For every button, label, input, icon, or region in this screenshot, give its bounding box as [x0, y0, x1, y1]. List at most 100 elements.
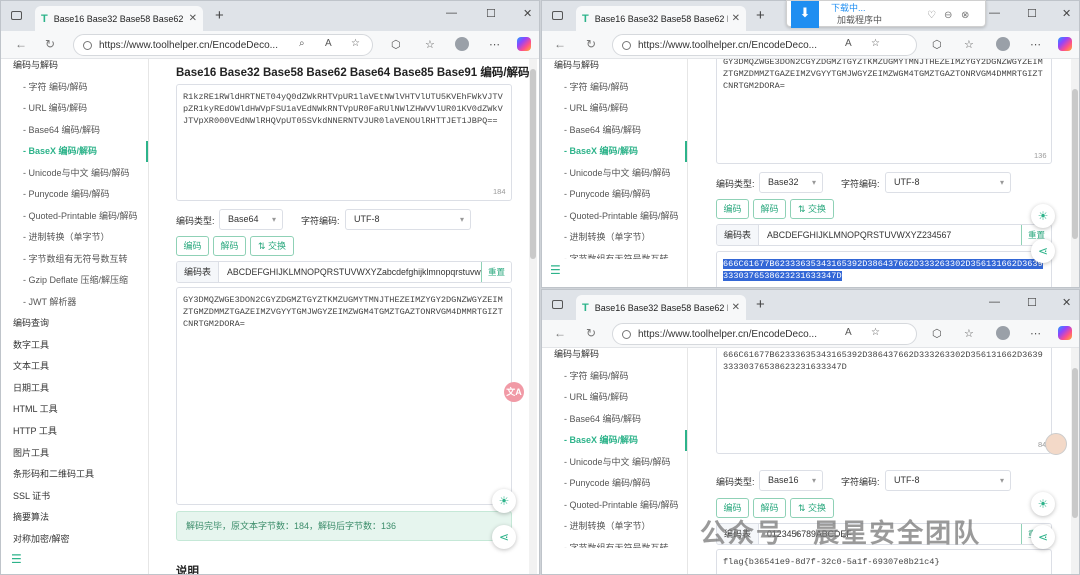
close-window-icon[interactable]: ✕ [523, 7, 532, 20]
extensions-icon[interactable]: ⬡ [932, 327, 942, 340]
back-icon[interactable]: ← [15, 37, 27, 51]
browser-tab[interactable]: T Base16 Base32 Base58 Base62 Base64 Bas… [576, 295, 746, 320]
sidebar-item-base64[interactable]: - Base64 编码/解码 [1, 120, 148, 141]
site-info-icon[interactable] [622, 40, 631, 50]
sidebar-group-date[interactable]: 日期工具 [1, 378, 148, 399]
sidebar-group-encoding[interactable]: 编码与解码 [1, 59, 148, 76]
sidebar-item-bytes[interactable]: - 字节数组有无符号数互转 [542, 249, 687, 259]
sidebar-item-base64[interactable]: - Base64 编码/解码 [542, 409, 687, 430]
input-textarea[interactable]: GY3DMQZWGE3DON2CGYZDGMZTGYZTKMZUGMYTMNJT… [716, 59, 1052, 164]
sidebar-group-html[interactable]: HTML 工具 [1, 399, 148, 420]
alphabet-input[interactable]: ABCDEFGHIJKLMNOPQRSTUVWXYZabcdefghijklmn… [219, 267, 481, 277]
sidebar-group-symmetric[interactable]: 对称加密/解密 [1, 529, 148, 550]
alphabet-input[interactable]: ABCDEFGHIJKLMNOPQRSTUVWXYZ234567 [759, 230, 1021, 240]
sidebar-item-punycode[interactable]: - Punycode 编码/解码 [542, 473, 687, 494]
new-tab-icon[interactable]: + [756, 7, 765, 24]
profile-avatar[interactable] [455, 37, 469, 51]
share-icon[interactable]: ⋖ [492, 525, 516, 549]
copilot-icon[interactable] [517, 37, 531, 51]
refresh-icon[interactable]: ↻ [586, 326, 596, 340]
close-window-icon[interactable]: ✕ [1062, 296, 1071, 309]
charset-select[interactable]: UTF-8 [885, 172, 1011, 193]
back-icon[interactable]: ← [554, 37, 566, 51]
decode-button[interactable]: 解码 [213, 236, 246, 256]
sidebar-group-ssl[interactable]: SSL 证书 [1, 486, 148, 507]
site-info-icon[interactable] [622, 329, 631, 339]
translate-icon[interactable]: 文A [504, 382, 524, 402]
browser-tab[interactable]: T Base16 Base32 Base58 Base62 Base64 Bas… [576, 6, 746, 31]
maximize-icon[interactable]: ☐ [1027, 296, 1037, 309]
profile-avatar[interactable] [996, 37, 1010, 51]
sidebar-item-punycode[interactable]: - Punycode 编码/解码 [542, 184, 687, 205]
sidebar-item-unicode[interactable]: - Unicode与中文 编码/解码 [542, 452, 687, 473]
sidebar-item-radix[interactable]: - 进制转换（单字节） [542, 227, 687, 248]
input-textarea[interactable]: 666C61677B62333635343165392D386437662D33… [716, 348, 1052, 454]
new-tab-icon[interactable]: + [756, 296, 765, 313]
sidebar-item-url[interactable]: - URL 编码/解码 [1, 98, 148, 119]
copilot-icon[interactable] [1058, 37, 1072, 51]
enc-type-select[interactable]: Base32 [759, 172, 823, 193]
reset-button[interactable]: 重置 [480, 262, 511, 282]
theme-toggle-icon[interactable]: ☀ [492, 489, 516, 513]
sidebar-item-radix[interactable]: - 进制转换（单字节） [542, 516, 687, 537]
search-icon[interactable]: ⌕ [299, 38, 305, 49]
decode-button[interactable]: 解码 [753, 199, 786, 219]
favorite-star-icon[interactable]: ☆ [871, 327, 880, 338]
sidebar-item-quoted-printable[interactable]: - Quoted-Printable 编码/解码 [1, 206, 148, 227]
close-circle-icon[interactable]: ⊗ [961, 10, 969, 21]
scrollbar[interactable] [1071, 348, 1079, 574]
sidebar-item-gzip[interactable]: - Gzip Deflate 压缩/解压缩 [1, 270, 148, 291]
sidebar-group-number[interactable]: 数字工具 [1, 335, 148, 356]
maximize-icon[interactable]: ☐ [1027, 7, 1037, 20]
sidebar-item-char[interactable]: - 字符 编码/解码 [1, 77, 148, 98]
sidebar-item-bytes[interactable]: - 字节数组有无符号数互转 [542, 538, 687, 548]
more-menu-icon[interactable]: ⋯ [489, 38, 500, 51]
address-bar[interactable]: https://www.toolhelper.cn/EncodeDeco... … [612, 323, 917, 345]
sidebar-group-digest[interactable]: 摘要算法 [1, 507, 148, 528]
menu-icon[interactable]: ☰ [550, 263, 561, 277]
sidebar-item-url[interactable]: - URL 编码/解码 [542, 387, 687, 408]
minimize-icon[interactable]: — [446, 7, 457, 19]
minimize-icon[interactable]: — [989, 7, 1000, 19]
sidebar-item-basex[interactable]: - BaseX 编码/解码 [1, 141, 148, 162]
charset-select[interactable]: UTF-8 [885, 470, 1011, 491]
browser-tab[interactable]: T Base16 Base32 Base58 Base62 Base64 Bas… [35, 6, 203, 31]
sidebar-item-unicode[interactable]: - Unicode与中文 编码/解码 [542, 163, 687, 184]
favorite-star-icon[interactable]: ☆ [871, 38, 880, 49]
sidebar-item-base64[interactable]: - Base64 编码/解码 [542, 120, 687, 141]
read-aloud-icon[interactable]: A [845, 38, 852, 49]
close-tab-icon[interactable]: ✕ [189, 13, 197, 24]
scrollbar[interactable] [529, 59, 537, 574]
menu-icon[interactable]: ☰ [11, 552, 22, 566]
site-info-icon[interactable] [83, 40, 92, 50]
sidebar-group-text[interactable]: 文本工具 [1, 356, 148, 377]
address-bar[interactable]: https://www.toolhelper.cn/EncodeDeco... … [73, 34, 373, 56]
sidebar-item-quoted-printable[interactable]: - Quoted-Printable 编码/解码 [542, 206, 687, 227]
share-icon[interactable]: ⋖ [1031, 525, 1055, 549]
charset-select[interactable]: UTF-8 [345, 209, 471, 230]
minus-circle-icon[interactable]: ⊖ [944, 10, 952, 21]
extensions-icon[interactable]: ⬡ [932, 38, 942, 51]
favorite-star-icon[interactable]: ☆ [351, 38, 360, 49]
enc-type-select[interactable]: Base64 [219, 209, 283, 230]
encode-button[interactable]: 编码 [176, 236, 209, 256]
sidebar-item-unicode[interactable]: - Unicode与中文 编码/解码 [1, 163, 148, 184]
swap-button[interactable]: ⇅ 交换 [790, 199, 834, 219]
new-tab-icon[interactable]: + [215, 7, 224, 24]
sidebar-item-quoted-printable[interactable]: - Quoted-Printable 编码/解码 [542, 495, 687, 516]
address-bar[interactable]: https://www.toolhelper.cn/EncodeDeco... … [612, 34, 917, 56]
enc-type-select[interactable]: Base16 [759, 470, 823, 491]
read-aloud-icon[interactable]: A [845, 327, 852, 338]
profile-avatar[interactable] [996, 326, 1010, 340]
share-icon[interactable]: ⋖ [1031, 239, 1055, 263]
input-textarea[interactable]: R1kzRE1RWldHRTNET04yQ0dZWkRHTVpUR1laVEtN… [176, 84, 512, 201]
sidebar-group-barcode[interactable]: 条形码和二维码工具 [1, 464, 148, 485]
sidebar-item-jwt[interactable]: - JWT 解析器 [1, 292, 148, 313]
sidebar-item-basex[interactable]: - BaseX 编码/解码 [542, 141, 687, 162]
sidebar-item-char[interactable]: - 字符 编码/解码 [542, 366, 687, 387]
output-textarea[interactable]: flag{b36541e9-8d7f-32c0-5a1f-69307e8b21c… [716, 549, 1052, 574]
sidebar-group-encoding[interactable]: 编码与解码 [542, 59, 687, 76]
swap-button[interactable]: ⇅ 交换 [250, 236, 294, 256]
favorites-icon[interactable]: ☆ [964, 38, 974, 51]
back-icon[interactable]: ← [554, 326, 566, 340]
